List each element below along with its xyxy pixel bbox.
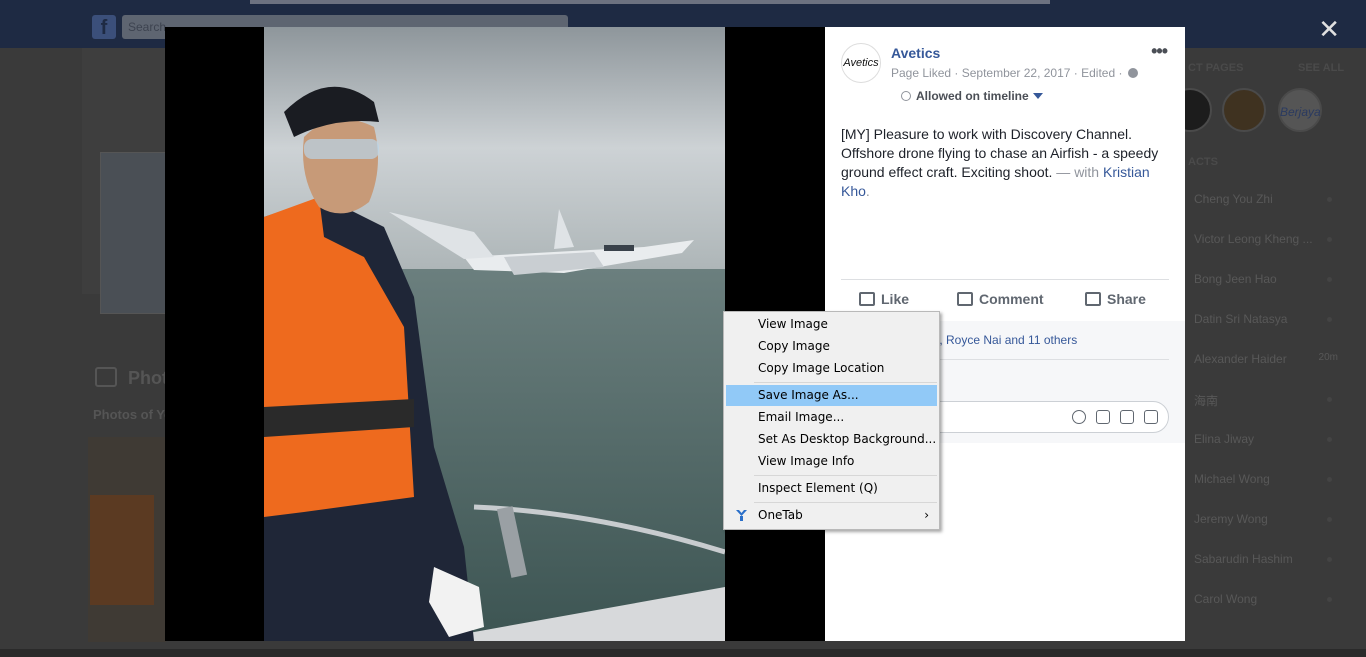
inspect-element-menu-item[interactable]: Inspect Element (Q) (726, 478, 937, 499)
online-status-dot-icon (1327, 317, 1332, 322)
contact-item[interactable]: Carol Wong (1194, 592, 1344, 606)
view-image-menu-item[interactable]: View Image (726, 314, 937, 335)
photo-illustration (264, 27, 725, 641)
browser-tab-strip (250, 0, 1050, 4)
radio-icon (901, 91, 911, 101)
like-icon (859, 292, 875, 306)
comment-button[interactable]: Comment (957, 291, 1044, 307)
contact-name: 海南 (1194, 394, 1219, 408)
onetab-label: OneTab (758, 508, 803, 522)
post-photo[interactable] (264, 27, 725, 641)
see-all-link[interactable]: SEE ALL (1298, 62, 1344, 74)
contact-item[interactable]: 海南 (1194, 392, 1344, 409)
copy-image-menu-item[interactable]: Copy Image (726, 336, 937, 357)
contact-active-time: 20m (1318, 352, 1338, 363)
more-options-icon[interactable]: ••• (1151, 41, 1168, 62)
contact-name: Sabarudin Hashim (1194, 552, 1293, 566)
set-desktop-background-menu-item[interactable]: Set As Desktop Background... (726, 429, 937, 450)
gif-icon[interactable] (1120, 410, 1134, 424)
online-status-dot-icon (1327, 477, 1332, 482)
timeline-visibility-dropdown[interactable]: Allowed on timeline (901, 89, 1043, 103)
context-menu: View Image Copy Image Copy Image Locatio… (723, 311, 940, 530)
copy-image-location-menu-item[interactable]: Copy Image Location (726, 358, 937, 379)
photos-subtitle: Photos of Yo (93, 407, 172, 422)
online-status-dot-icon (1327, 197, 1332, 202)
view-image-info-menu-item[interactable]: View Image Info (726, 451, 937, 472)
pages-header: CT PAGES (1188, 62, 1244, 74)
contact-name: Jeremy Wong (1194, 512, 1268, 526)
page-avatar[interactable]: Avetics (841, 43, 881, 83)
contact-item[interactable]: Datin Sri Natasya (1194, 312, 1344, 326)
contact-item[interactable]: Bong Jeen Hao (1194, 272, 1344, 286)
contact-name: Elina Jiway (1194, 432, 1255, 446)
tagged-suffix: . (865, 183, 870, 199)
share-label: Share (1107, 291, 1146, 307)
contact-name: Bong Jeen Hao (1194, 272, 1277, 286)
post-text: [MY] Pleasure to work with Discovery Cha… (841, 125, 1176, 201)
contact-name: Cheng You Zhi (1194, 192, 1273, 206)
contacts-header: ACTS (1188, 156, 1218, 168)
online-status-dot-icon (1327, 277, 1332, 282)
contact-item[interactable]: Sabarudin Hashim (1194, 552, 1344, 566)
online-status-dot-icon (1327, 597, 1332, 602)
comment-label: Comment (979, 291, 1044, 307)
submenu-arrow-icon: › (924, 508, 929, 522)
comment-icon (957, 292, 973, 306)
contact-item[interactable]: Elina Jiway (1194, 432, 1344, 446)
onetab-icon (736, 510, 747, 521)
contact-item[interactable]: Jeremy Wong (1194, 512, 1344, 526)
email-image-menu-item[interactable]: Email Image... (726, 407, 937, 428)
post-meta: Page Liked · September 22, 2017 · Edited… (891, 66, 1138, 80)
online-status-dot-icon (1327, 557, 1332, 562)
contact-item[interactable]: Alexander Haider 20m (1194, 352, 1344, 366)
online-status-dot-icon (1327, 437, 1332, 442)
photos-icon (95, 367, 117, 387)
profile-photo (100, 152, 166, 314)
online-status-dot-icon (1327, 237, 1332, 242)
facebook-logo-icon[interactable]: f (92, 15, 116, 39)
globe-icon (1127, 68, 1138, 78)
page-name-link[interactable]: Avetics (891, 45, 940, 61)
comment-input[interactable] (917, 401, 1169, 433)
onetab-menu-item[interactable]: OneTab › (726, 505, 937, 526)
post-meta-text: Page Liked · September 22, 2017 · Edited… (891, 66, 1123, 80)
page-avatar[interactable]: Berjaya (1278, 88, 1322, 132)
menu-separator (754, 475, 937, 476)
emoji-icon[interactable] (1072, 410, 1086, 424)
contact-item[interactable]: Michael Wong (1194, 472, 1344, 486)
with-prefix: — with (1052, 164, 1103, 180)
contact-name: Datin Sri Natasya (1194, 312, 1288, 326)
contact-name: Victor Leong Kheng ... (1194, 232, 1313, 246)
caret-down-icon (1032, 93, 1043, 99)
save-image-as-menu-item[interactable]: Save Image As... (726, 385, 937, 406)
photo-thumbnail-detail (90, 495, 154, 605)
camera-icon[interactable] (1096, 410, 1110, 424)
contact-name: Alexander Haider (1194, 352, 1287, 366)
online-status-dot-icon (1327, 517, 1332, 522)
share-button[interactable]: Share (1085, 291, 1146, 307)
menu-separator (754, 502, 937, 503)
reactions-text[interactable]: ng, Royce Nai and 11 others (926, 333, 1077, 347)
close-icon[interactable]: ✕ (1318, 14, 1340, 45)
sticker-icon[interactable] (1144, 410, 1158, 424)
share-icon (1085, 292, 1101, 306)
timeline-label: Allowed on timeline (916, 89, 1029, 103)
page-avatar[interactable] (1222, 88, 1266, 132)
divider (841, 279, 1169, 280)
search-placeholder: Search (128, 20, 167, 34)
contact-item[interactable]: Victor Leong Kheng ... (1194, 232, 1344, 246)
contact-name: Carol Wong (1194, 592, 1258, 606)
like-label: Like (881, 291, 910, 307)
contact-item[interactable]: Cheng You Zhi (1194, 192, 1344, 206)
online-status-dot-icon (1327, 397, 1332, 402)
bottom-bar (0, 649, 1366, 657)
contact-name: Michael Wong (1194, 472, 1270, 486)
like-button[interactable]: Like (859, 291, 909, 307)
menu-separator (754, 382, 937, 383)
